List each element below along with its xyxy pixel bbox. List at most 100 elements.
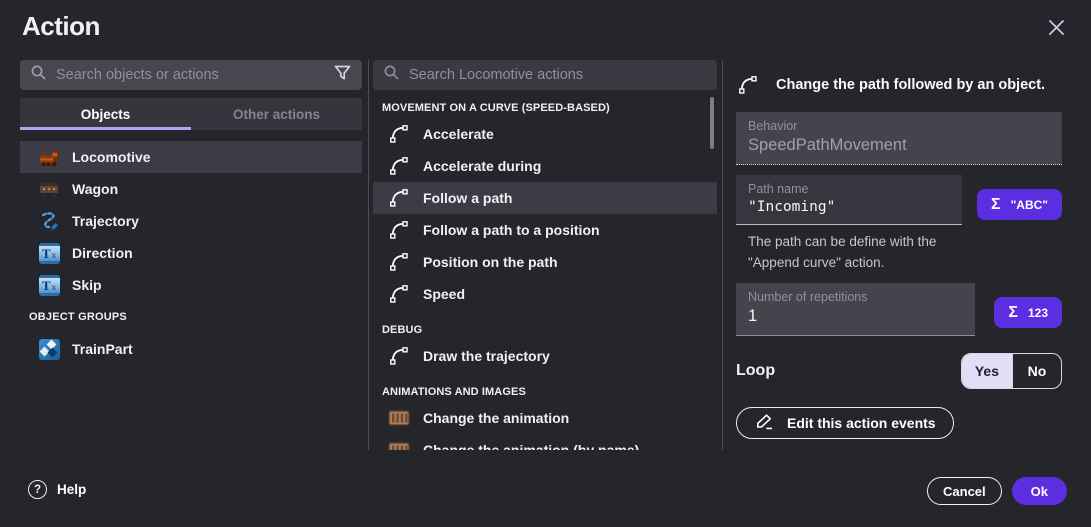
- object-item-label: Skip: [72, 277, 102, 293]
- object-item-locomotive[interactable]: Locomotive: [20, 141, 362, 173]
- object-item-direction[interactable]: Tx Direction: [20, 237, 362, 269]
- action-item-label: Follow a path: [423, 190, 512, 206]
- loop-no-label: No: [1028, 363, 1047, 379]
- curve-action-icon: [388, 187, 410, 209]
- trajectory-icon: [37, 209, 61, 233]
- close-button[interactable]: [1043, 16, 1069, 42]
- tab-other-actions-label: Other actions: [233, 107, 320, 122]
- action-item-label: Accelerate: [423, 126, 494, 142]
- sigma-icon: Σ: [1008, 304, 1018, 322]
- action-item-position-on-the-path[interactable]: Position on the path: [373, 246, 717, 278]
- objects-search-placeholder: Search objects or actions: [56, 67, 324, 83]
- object-item-skip[interactable]: Tx Skip: [20, 269, 362, 301]
- object-item-label: Locomotive: [72, 149, 151, 165]
- action-item-clipped[interactable]: Change the animation (by name): [373, 434, 717, 450]
- cancel-button[interactable]: Cancel: [927, 477, 1002, 505]
- objects-tab-bar: Objects Other actions: [20, 98, 362, 130]
- search-icon: [383, 64, 400, 86]
- behavior-field: Behavior SpeedPathMovement: [736, 112, 1062, 165]
- object-item-label: Direction: [72, 245, 133, 261]
- action-item-follow-a-path-to-a-position[interactable]: Follow a path to a position: [373, 214, 717, 246]
- expression-button-label: "ABC": [1011, 198, 1048, 212]
- dialog-actions: Cancel Ok: [927, 477, 1067, 505]
- number-expression-button[interactable]: Σ 123: [994, 297, 1062, 328]
- actions-panel: Search Locomotive actions MOVEMENT ON A …: [373, 60, 717, 450]
- section-header: MOVEMENT ON A CURVE (SPEED-BASED): [382, 102, 717, 114]
- section-header: ANIMATIONS AND IMAGES: [382, 386, 717, 398]
- edit-button-label: Edit this action events: [787, 415, 936, 431]
- behavior-field-label: Behavior: [748, 119, 1050, 133]
- action-item-accelerate-during[interactable]: Accelerate during: [373, 150, 717, 182]
- help-button[interactable]: ? Help: [28, 480, 86, 499]
- animation-icon: [388, 407, 410, 429]
- locomotive-icon: [37, 145, 61, 169]
- group-item-trainpart[interactable]: TrainPart: [20, 333, 362, 365]
- behavior-field-value: SpeedPathMovement: [748, 136, 1050, 155]
- action-item-change-the-animation[interactable]: Change the animation: [373, 402, 717, 434]
- loop-row: Loop Yes No: [736, 353, 1062, 389]
- curve-action-icon: [388, 283, 410, 305]
- path-hint-line2: "Append curve" action.: [748, 253, 1062, 274]
- actions-search-input[interactable]: Search Locomotive actions: [373, 60, 717, 90]
- repetitions-field[interactable]: Number of repetitions 1: [736, 283, 975, 336]
- loop-label: Loop: [736, 362, 775, 380]
- action-item-accelerate[interactable]: Accelerate: [373, 118, 717, 150]
- loop-toggle: Yes No: [961, 353, 1062, 389]
- action-description: Change the path followed by an object.: [776, 77, 1045, 93]
- curve-action-icon: [388, 155, 410, 177]
- panel-divider: [368, 60, 369, 450]
- page-title: Action: [22, 11, 100, 42]
- curve-action-icon: [388, 219, 410, 241]
- action-item-speed[interactable]: Speed: [373, 278, 717, 310]
- curve-action-icon: [737, 74, 759, 96]
- animation-icon: [388, 439, 410, 450]
- path-hint: The path can be define with the "Append …: [748, 232, 1062, 273]
- active-tab-underline: [20, 127, 191, 130]
- panel-divider: [722, 60, 723, 450]
- action-item-label: Speed: [423, 286, 465, 302]
- scrollbar[interactable]: [710, 97, 714, 149]
- object-groups-header: OBJECT GROUPS: [29, 311, 362, 323]
- section-header: DEBUG: [382, 324, 717, 336]
- wagon-icon: [37, 177, 61, 201]
- path-name-row: Path name "Incoming" Σ "ABC": [736, 175, 1062, 225]
- string-expression-button[interactable]: Σ "ABC": [977, 189, 1062, 220]
- path-name-label: Path name: [748, 182, 950, 196]
- action-item-label: Change the animation: [423, 410, 569, 426]
- help-label: Help: [57, 482, 86, 497]
- repetitions-value: 1: [748, 307, 963, 326]
- curve-action-icon: [388, 251, 410, 273]
- loop-no-option[interactable]: No: [1012, 354, 1061, 388]
- action-detail-panel: Change the path followed by an object. B…: [736, 60, 1062, 439]
- close-icon: [1048, 19, 1065, 39]
- path-name-field[interactable]: Path name "Incoming": [736, 175, 962, 225]
- action-item-draw-the-trajectory[interactable]: Draw the trajectory: [373, 340, 717, 372]
- object-item-trajectory[interactable]: Trajectory: [20, 205, 362, 237]
- sigma-icon: Σ: [991, 196, 1001, 214]
- search-icon: [30, 64, 47, 86]
- tab-objects[interactable]: Objects: [20, 98, 191, 130]
- curve-action-icon: [388, 345, 410, 367]
- objects-list: Locomotive Wagon: [20, 141, 362, 365]
- loop-yes-option[interactable]: Yes: [962, 354, 1012, 388]
- action-item-follow-a-path[interactable]: Follow a path: [373, 182, 717, 214]
- object-item-wagon[interactable]: Wagon: [20, 173, 362, 205]
- tab-other-actions[interactable]: Other actions: [191, 98, 362, 130]
- ok-button[interactable]: Ok: [1012, 477, 1067, 505]
- edit-action-events-button[interactable]: Edit this action events: [736, 407, 954, 439]
- pencil-icon: [754, 412, 775, 434]
- action-item-label: Accelerate during: [423, 158, 541, 174]
- tab-objects-label: Objects: [81, 107, 131, 122]
- objects-panel: Search objects or actions Objects Other …: [20, 60, 362, 365]
- expression-button-label: 123: [1028, 306, 1048, 320]
- path-hint-line1: The path can be define with the: [748, 232, 1062, 253]
- actions-search-placeholder: Search Locomotive actions: [409, 67, 707, 83]
- filter-icon[interactable]: [333, 64, 352, 87]
- loop-yes-label: Yes: [975, 363, 999, 379]
- action-item-label: Follow a path to a position: [423, 222, 600, 238]
- object-item-label: Wagon: [72, 181, 118, 197]
- objects-search-input[interactable]: Search objects or actions: [20, 60, 362, 90]
- path-name-value: "Incoming": [748, 199, 950, 215]
- help-icon: ?: [28, 480, 47, 499]
- repetitions-label: Number of repetitions: [748, 290, 963, 304]
